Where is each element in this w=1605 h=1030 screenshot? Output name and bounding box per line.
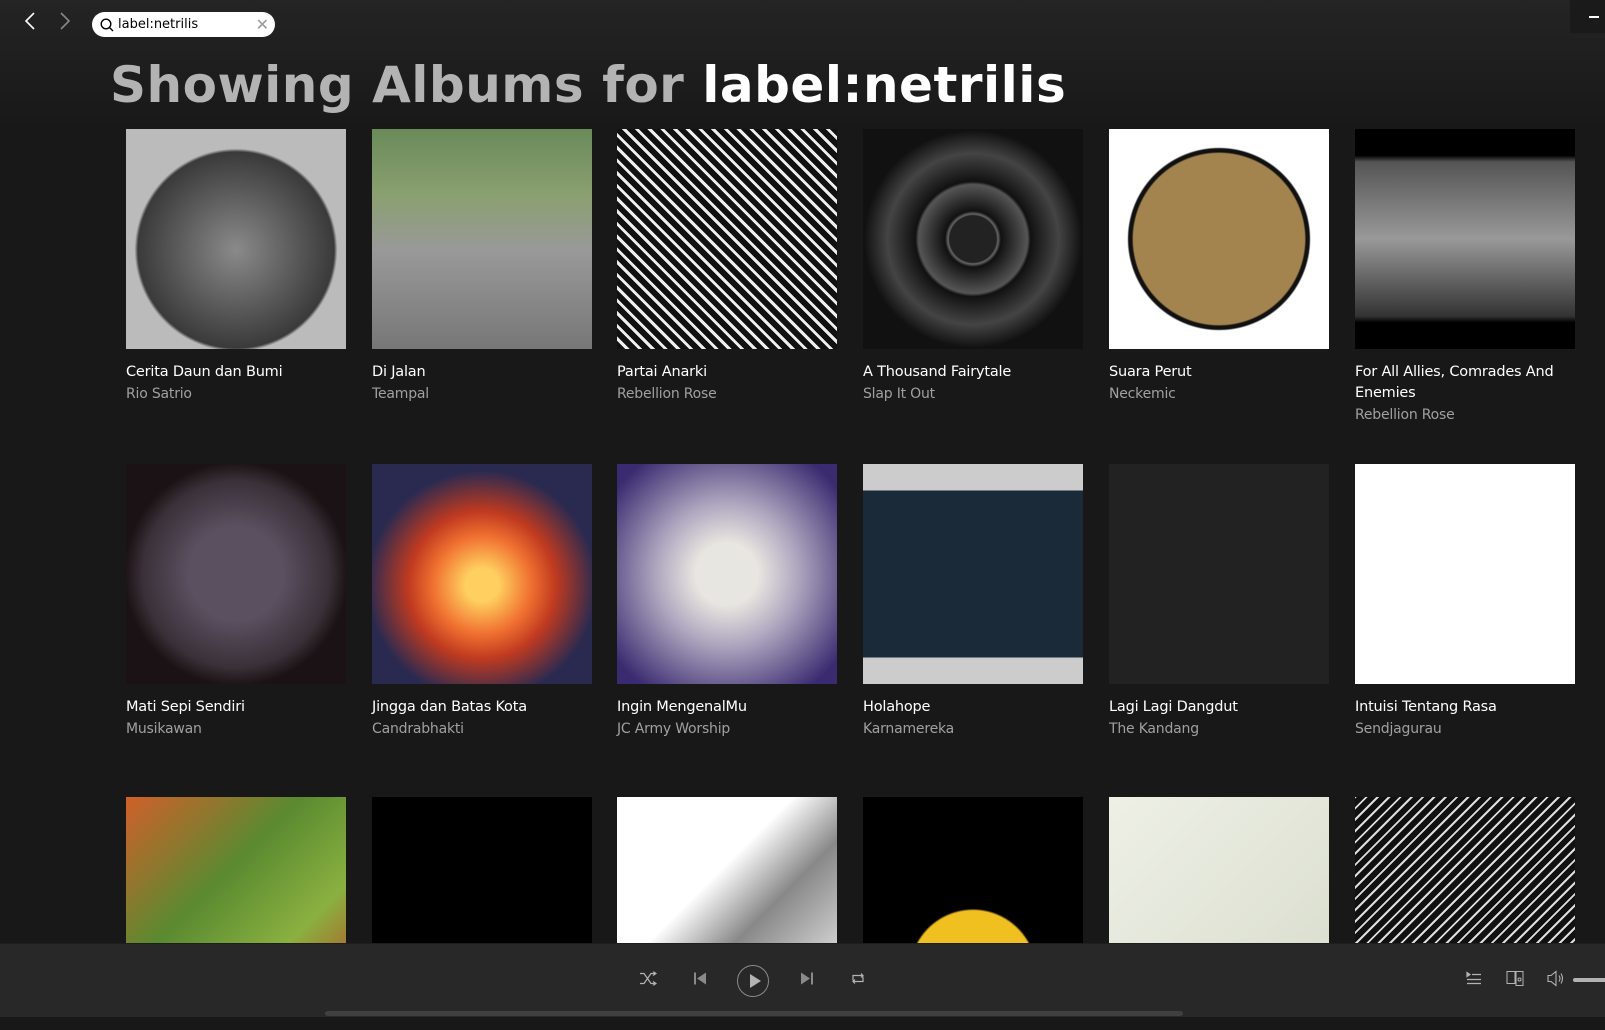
album-title[interactable]: Intuisi Tentang Rasa [1355,697,1575,718]
volume-button[interactable] [1547,970,1565,992]
album-title[interactable]: Mati Sepi Sendiri [126,697,346,718]
album-artist[interactable]: Rebellion Rose [1355,404,1575,426]
previous-button[interactable] [693,972,707,991]
album-artist[interactable]: Rebellion Rose [617,383,837,405]
next-button[interactable] [800,972,814,991]
album-cover[interactable] [863,129,1083,349]
progress-bar[interactable] [325,1011,1183,1016]
queue-button[interactable] [1466,971,1482,991]
album-artist[interactable]: Teampal [372,383,592,405]
devices-icon [1506,971,1524,986]
album-artist[interactable]: JC Army Worship [617,718,837,740]
album-artist[interactable]: Karnamereka [863,718,1083,740]
repeat-icon [852,973,864,984]
album-cover[interactable] [1355,129,1575,349]
album-card[interactable]: Lagi Lagi Dangdut The Kandang [1109,464,1329,740]
album-card[interactable]: Mati Sepi Sendiri Musikawan [126,464,346,740]
album-artist[interactable]: Slap It Out [863,383,1083,405]
album-artist[interactable]: Musikawan [126,718,346,740]
play-button[interactable] [737,965,769,997]
album-card[interactable]: Cerita Daun dan Bumi Rio Satrio [126,129,346,405]
album-cover[interactable] [1109,129,1329,349]
minimize-button[interactable] [1570,0,1605,33]
album-title[interactable]: Holahope [863,697,1083,718]
album-artist[interactable]: Candrabhakti [372,718,592,740]
album-card[interactable]: Suara Perut Neckemic [1109,129,1329,405]
page-title: Showing Albums for label:netrilis [110,56,1066,114]
album-artist[interactable]: Rio Satrio [126,383,346,405]
album-card[interactable]: For All Allies, Comrades And Enemies Reb… [1355,129,1575,426]
search-input[interactable] [118,17,248,32]
clear-search-button[interactable]: ✕ [256,15,269,35]
album-card[interactable]: A Thousand Fairytale Slap It Out [863,129,1083,405]
album-cover[interactable] [617,129,837,349]
album-cover[interactable] [372,129,592,349]
album-card[interactable]: Partai Anarki Rebellion Rose [617,129,837,405]
album-card[interactable]: Holahope Karnamereka [863,464,1083,740]
album-title[interactable]: Partai Anarki [617,362,837,383]
album-card[interactable]: Ingin MengenalMu JC Army Worship [617,464,837,740]
volume-slider[interactable] [1573,978,1605,982]
album-artist[interactable]: Neckemic [1109,383,1329,405]
album-cover[interactable] [617,464,837,684]
album-cover[interactable] [372,464,592,684]
back-button[interactable] [22,10,38,38]
chevron-left-icon [24,12,35,30]
album-title[interactable]: A Thousand Fairytale [863,362,1083,383]
album-artist[interactable]: Sendjagurau [1355,718,1575,740]
forward-button[interactable] [57,10,73,38]
album-cover[interactable] [126,129,346,349]
album-cover[interactable] [1355,464,1575,684]
search-icon [100,17,114,31]
shuffle-icon [640,971,658,986]
album-cover[interactable] [126,464,346,684]
album-cover[interactable] [863,464,1083,684]
title-query: label:netrilis [702,56,1067,114]
album-title[interactable]: Jingga dan Batas Kota [372,697,592,718]
album-title[interactable]: Ingin MengenalMu [617,697,837,718]
album-card[interactable]: Di Jalan Teampal [372,129,592,405]
chevron-right-icon [60,12,71,30]
shuffle-button[interactable] [639,971,658,991]
album-title[interactable]: For All Allies, Comrades And Enemies [1355,362,1575,404]
queue-icon [1466,971,1481,985]
album-card[interactable]: Jingga dan Batas Kota Candrabhakti [372,464,592,740]
title-prefix: Showing Albums for [110,56,703,114]
search-box[interactable]: ✕ [92,12,275,37]
devices-button[interactable] [1506,971,1524,992]
album-artist[interactable]: The Kandang [1109,718,1329,740]
album-title[interactable]: Cerita Daun dan Bumi [126,362,346,383]
album-title[interactable]: Lagi Lagi Dangdut [1109,697,1329,718]
skip-back-icon [694,972,706,985]
album-title[interactable]: Di Jalan [372,362,592,383]
album-cover[interactable] [1109,464,1329,684]
repeat-button[interactable] [850,972,866,991]
album-title[interactable]: Suara Perut [1109,362,1329,383]
skip-forward-icon [801,972,813,985]
volume-icon [1547,970,1564,987]
album-card[interactable]: Intuisi Tentang Rasa Sendjagurau [1355,464,1575,740]
player-bar [0,943,1605,1017]
